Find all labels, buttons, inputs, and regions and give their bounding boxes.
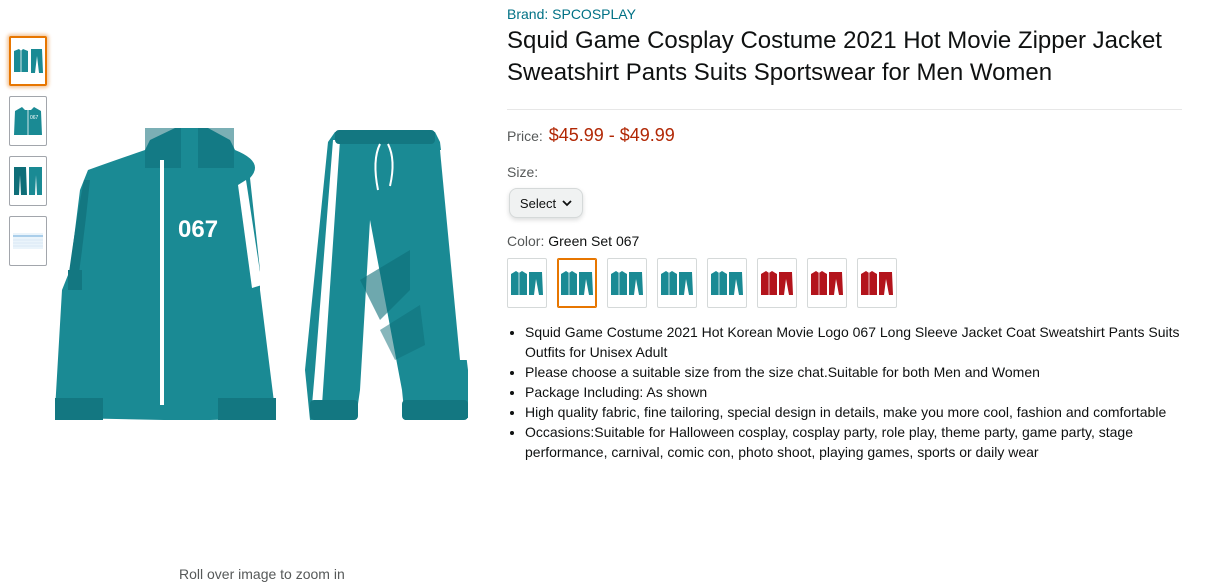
jacket-thumbnail-icon: 067	[14, 107, 42, 135]
price-row: Price: $45.99 - $49.99	[507, 125, 1187, 146]
pants-illustration	[305, 130, 470, 420]
tracksuit-swatch-icon	[661, 271, 693, 295]
brand-link[interactable]: Brand: SPCOSPLAY	[507, 5, 1187, 23]
color-swatch-6[interactable]	[757, 258, 797, 308]
feature-bullets: Squid Game Costume 2021 Hot Korean Movie…	[507, 322, 1190, 462]
color-swatch-1[interactable]	[507, 258, 547, 308]
size-chart-thumbnail-icon	[13, 233, 43, 249]
color-row: Color: Green Set 067	[507, 233, 1187, 249]
thumbnail-strip: 067	[9, 36, 49, 276]
tracksuit-swatch-icon	[811, 271, 843, 295]
main-product-image[interactable]: 067	[50, 120, 480, 430]
color-swatch-3[interactable]	[607, 258, 647, 308]
feature-bullet: Occasions:Suitable for Halloween cosplay…	[525, 422, 1190, 462]
tracksuit-swatch-icon	[511, 271, 543, 295]
svg-text:067: 067	[30, 115, 39, 121]
thumbnail-full-set[interactable]	[9, 36, 47, 86]
color-swatch-5[interactable]	[707, 258, 747, 308]
feature-bullet: Please choose a suitable size from the s…	[525, 362, 1190, 382]
zoom-hint: Roll over image to zoom in	[179, 566, 345, 582]
price-label: Price:	[507, 128, 543, 144]
color-label: Color:	[507, 233, 545, 249]
tracksuit-image: 067	[55, 128, 470, 420]
tracksuit-thumbnail-icon	[14, 49, 43, 73]
color-value: Green Set 067	[548, 233, 640, 249]
size-label: Size:	[507, 164, 539, 180]
chevron-down-icon	[562, 200, 572, 207]
tracksuit-swatch-icon	[611, 271, 643, 295]
price-value: $45.99 - $49.99	[548, 125, 675, 145]
size-select-label: Select	[519, 195, 557, 211]
feature-bullet: Squid Game Costume 2021 Hot Korean Movie…	[525, 322, 1190, 362]
color-swatch-7[interactable]	[807, 258, 847, 308]
thumbnail-pants[interactable]	[9, 156, 47, 206]
product-title: Squid Game Cosplay Costume 2021 Hot Movi…	[507, 27, 1162, 86]
tracksuit-swatch-icon	[761, 271, 793, 295]
tracksuit-swatch-icon	[861, 271, 893, 295]
size-select-dropdown[interactable]: Select	[509, 188, 583, 218]
product-details: Brand: SPCOSPLAY Squid Game Cosplay Cost…	[507, 5, 1187, 462]
tracksuit-swatch-icon	[711, 271, 743, 295]
thumbnail-jacket[interactable]: 067	[9, 96, 47, 146]
feature-bullet: High quality fabric, fine tailoring, spe…	[525, 402, 1190, 422]
feature-bullet: Package Including: As shown	[525, 382, 1190, 402]
jacket-number: 067	[178, 216, 218, 243]
jacket-illustration: 067	[55, 128, 276, 420]
pants-thumbnail-icon	[14, 167, 42, 195]
color-swatch-4[interactable]	[657, 258, 697, 308]
color-swatch-2[interactable]	[557, 258, 597, 308]
tracksuit-swatch-icon	[561, 271, 593, 295]
title-divider	[507, 109, 1182, 110]
thumbnail-size-chart[interactable]	[9, 216, 47, 266]
color-swatch-8[interactable]	[857, 258, 897, 308]
color-swatches	[507, 258, 1187, 308]
